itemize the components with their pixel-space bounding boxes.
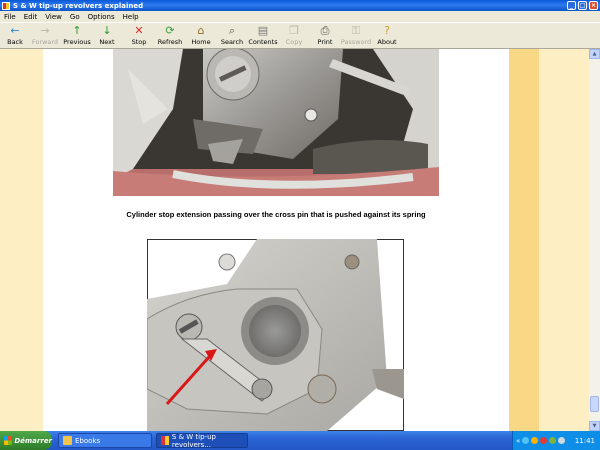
clock: 11:41 <box>574 436 595 445</box>
task-ebooks-label: Ebooks <box>75 436 101 445</box>
about-button[interactable]: ? About <box>374 25 400 48</box>
copy-icon: ❐ <box>289 24 299 37</box>
copy-button[interactable]: ❐ Copy <box>282 25 306 48</box>
search-label: Search <box>220 38 244 46</box>
scroll-thumb[interactable] <box>590 396 599 412</box>
back-button[interactable]: ← Back <box>2 25 28 48</box>
refresh-button[interactable]: ⟳ Refresh <box>156 25 184 48</box>
antivirus-icon[interactable] <box>540 437 548 444</box>
task-sw-tip-up-label: S & W tip-up revolvers... <box>171 432 216 449</box>
start-button[interactable]: Démarrer <box>0 431 52 450</box>
tray-expand-icon[interactable]: « <box>516 437 520 445</box>
scroll-down-arrow-icon[interactable]: ▼ <box>589 421 600 431</box>
down-arrow-icon: ↓ <box>102 24 112 37</box>
close-button[interactable]: × <box>589 1 598 10</box>
forward-label: Forward <box>31 38 59 46</box>
forward-button[interactable]: → Forward <box>30 25 60 48</box>
about-icon: ? <box>384 24 390 37</box>
about-label: About <box>377 38 397 46</box>
task-sw-tip-up[interactable]: S & W tip-up revolvers... <box>156 432 248 449</box>
copy-label: Copy <box>285 38 303 46</box>
maximize-button[interactable]: □ <box>578 1 587 10</box>
cylinder-stop-photo <box>147 239 404 431</box>
up-arrow-icon: ↑ <box>72 24 82 37</box>
stop-button[interactable]: ✕ Stop <box>126 25 152 48</box>
update-icon[interactable] <box>549 437 557 444</box>
menu-view[interactable]: View <box>41 13 66 21</box>
menu-bar: File Edit View Go Options Help <box>0 11 600 22</box>
volume-icon[interactable] <box>558 437 566 444</box>
print-button[interactable]: ⎙ Print <box>312 25 338 48</box>
previous-label: Previous <box>63 38 91 46</box>
right-margin-band <box>539 49 589 431</box>
back-arrow-icon: ← <box>10 24 20 37</box>
app-icon <box>2 1 10 10</box>
home-button[interactable]: ⌂ Home <box>188 25 214 48</box>
scroll-up-arrow-icon[interactable]: ▲ <box>589 49 600 59</box>
stop-label: Stop <box>131 38 147 46</box>
minimize-button[interactable]: _ <box>567 1 576 10</box>
stop-icon: ✕ <box>134 24 144 37</box>
previous-button[interactable]: ↑ Previous <box>62 25 92 48</box>
contents-icon: ▤ <box>257 24 269 37</box>
home-label: Home <box>191 38 211 46</box>
title-bar: S & W tip-up revolvers explained _ □ × <box>0 0 600 11</box>
network-icon[interactable] <box>522 437 530 444</box>
system-tray: « 11:41 <box>512 431 600 450</box>
ebook-app-icon <box>161 436 169 445</box>
password-button[interactable]: ⚿ Password <box>340 25 372 48</box>
windows-logo-icon <box>4 436 13 445</box>
forward-arrow-icon: → <box>40 24 50 37</box>
contents-label: Contents <box>248 38 278 46</box>
menu-go[interactable]: Go <box>66 13 84 21</box>
search-icon: ⌕ <box>228 24 236 37</box>
password-label: Password <box>340 38 372 46</box>
task-ebooks[interactable]: Ebooks <box>58 433 152 448</box>
contents-button[interactable]: ▤ Contents <box>248 25 278 48</box>
mechanism-photo <box>113 49 439 196</box>
menu-edit[interactable]: Edit <box>20 13 42 21</box>
toolbar: ← Back → Forward ↑ Previous ↓ Next ✕ Sto… <box>0 22 600 49</box>
refresh-label: Refresh <box>157 38 183 46</box>
right-decorative-band <box>509 49 539 431</box>
document-view[interactable]: Cylinder stop extension passing over the… <box>0 49 589 431</box>
window-controls: _ □ × <box>567 1 598 10</box>
refresh-icon: ⟳ <box>165 24 175 37</box>
back-label: Back <box>7 38 23 46</box>
window-title: S & W tip-up revolvers explained <box>13 1 144 10</box>
start-label: Démarrer <box>14 436 52 445</box>
menu-help[interactable]: Help <box>119 13 143 21</box>
security-icon[interactable] <box>531 437 539 444</box>
vertical-scrollbar[interactable]: ▲ ▼ <box>589 49 600 431</box>
left-decorative-band <box>0 49 43 431</box>
menu-file[interactable]: File <box>0 13 20 21</box>
folder-icon <box>63 436 72 445</box>
next-label: Next <box>99 38 115 46</box>
taskbar: Démarrer Ebooks S & W tip-up revolvers..… <box>0 431 600 450</box>
menu-options[interactable]: Options <box>84 13 119 21</box>
key-icon: ⚿ <box>351 24 361 37</box>
printer-icon: ⎙ <box>320 24 330 37</box>
search-button[interactable]: ⌕ Search <box>218 25 246 48</box>
home-icon: ⌂ <box>197 24 205 37</box>
photo-caption: Cylinder stop extension passing over the… <box>126 210 426 219</box>
next-button[interactable]: ↓ Next <box>94 25 120 48</box>
print-label: Print <box>317 38 333 46</box>
